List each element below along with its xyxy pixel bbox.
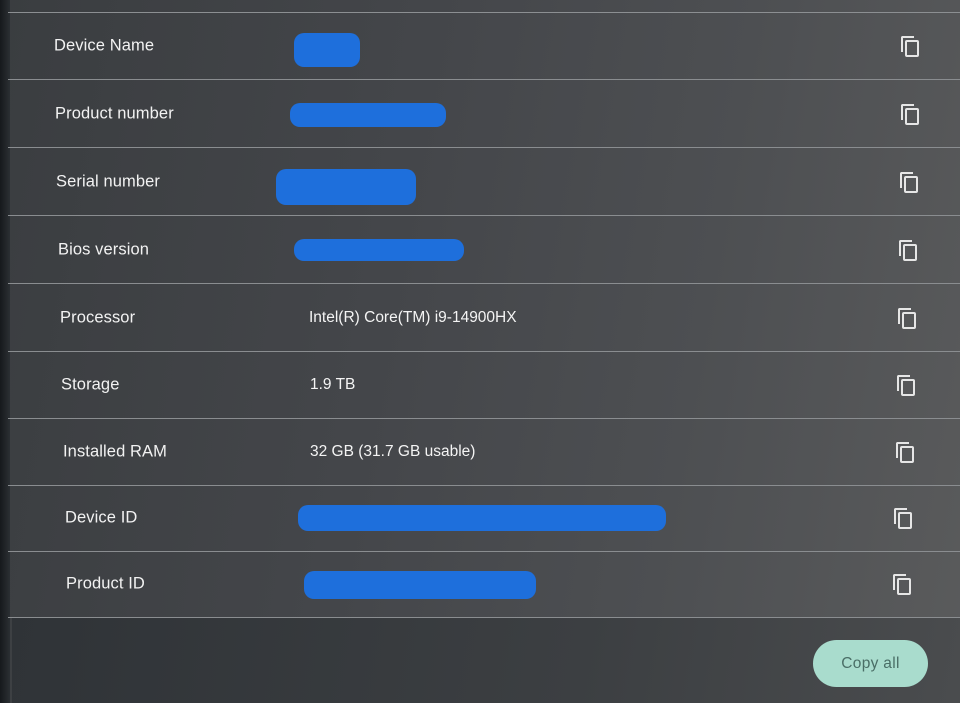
copy-icon[interactable] [901, 36, 919, 57]
spec-row-installed-ram: Installed RAM 32 GB (31.7 GB usable) [8, 419, 960, 486]
copy-icon[interactable] [898, 308, 916, 329]
spec-label: Product ID [66, 574, 145, 593]
copy-icon[interactable] [896, 442, 914, 463]
screen: Device Name Product number Serial number… [0, 0, 960, 703]
spec-row-device-name: Device Name [8, 13, 960, 80]
copy-icon[interactable] [894, 508, 912, 529]
spec-row-device-id: Device ID [8, 485, 960, 552]
spec-row-product-number: Product number [8, 81, 960, 148]
spec-label: Installed RAM [63, 442, 168, 461]
redaction-mark [294, 239, 464, 261]
copy-icon[interactable] [899, 240, 917, 261]
spec-label: Device ID [65, 508, 138, 527]
spec-label: Bios version [58, 240, 150, 259]
redaction-mark [294, 33, 360, 67]
redaction-mark [290, 103, 446, 127]
spec-label: Processor [60, 308, 136, 327]
copy-icon[interactable] [900, 172, 918, 193]
copy-all-button[interactable]: Copy all [813, 640, 928, 687]
redaction-mark [304, 571, 536, 599]
spec-row-processor: Processor Intel(R) Core(TM) i9-14900HX [8, 285, 960, 352]
spec-label: Product number [55, 104, 174, 123]
spec-row-product-id: Product ID [8, 551, 960, 618]
spec-label: Serial number [56, 172, 161, 191]
spec-row-serial-number: Serial number [8, 149, 960, 216]
device-specs-panel: Device Name Product number Serial number… [8, 0, 960, 703]
spec-label: Storage [61, 375, 120, 394]
spec-row-bios-version: Bios version [8, 217, 960, 284]
copy-icon[interactable] [893, 574, 911, 595]
spec-value: 1.9 TB [310, 376, 356, 393]
copy-icon[interactable] [901, 104, 919, 125]
redaction-mark [298, 505, 666, 531]
spec-label: Device Name [54, 36, 155, 55]
copy-icon[interactable] [897, 375, 915, 396]
spec-value: Intel(R) Core(TM) i9-14900HX [309, 309, 517, 326]
spec-value: 32 GB (31.7 GB usable) [310, 443, 476, 460]
spec-row-storage: Storage 1.9 TB [8, 352, 960, 419]
redaction-mark [276, 169, 416, 205]
